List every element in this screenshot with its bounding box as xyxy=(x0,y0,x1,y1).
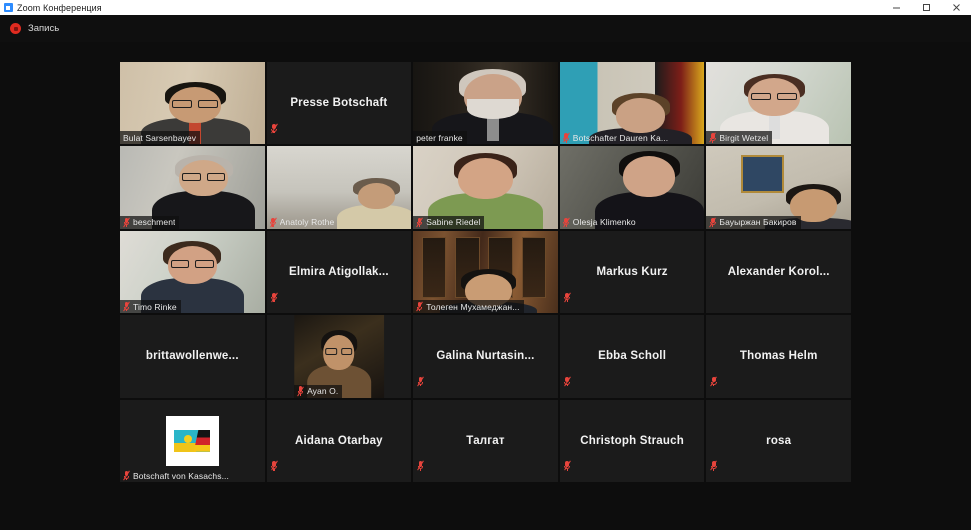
participant-name-badge: beschment xyxy=(120,215,180,229)
participant-name: Sabine Riedel xyxy=(426,217,481,228)
participant-tile[interactable]: Aidana Otarbay xyxy=(266,399,412,482)
participant-tile[interactable]: Presse Botschaft xyxy=(266,62,412,145)
participant-tile[interactable]: rosa xyxy=(706,399,851,482)
participant-tile[interactable]: peter franke xyxy=(413,62,558,145)
participant-name: Christoph Strauch xyxy=(580,434,684,447)
participant-tile[interactable]: Timo Rinke xyxy=(120,230,265,314)
participant-tile[interactable]: Birgit Wetzel xyxy=(706,62,851,145)
participant-name: Alexander Korol... xyxy=(727,265,830,278)
participant-tile[interactable]: Olesja Klimenko xyxy=(559,146,705,229)
mic-muted-icon xyxy=(709,217,717,228)
participant-name: Galina Nurtasin... xyxy=(436,350,535,363)
participant-tile[interactable]: Botschafter Dauren Ka... xyxy=(559,62,705,145)
participant-name-badge: Толеген Мухамеджан... xyxy=(413,300,524,314)
participant-tile[interactable]: Galina Nurtasin... xyxy=(413,315,558,398)
mic-status-slot xyxy=(270,123,278,141)
participant-tile[interactable]: Талгат xyxy=(413,399,558,482)
participant-name: Бауыржан Бакиров xyxy=(719,217,797,228)
participant-tile[interactable]: Bulat Sarsenbayev xyxy=(120,62,265,145)
participant-name: Талгат xyxy=(466,434,505,447)
participant-tile[interactable]: Thomas Helm xyxy=(706,315,851,398)
participant-name-badge: Anatoly Rothe xyxy=(267,216,339,229)
recording-stop-icon[interactable] xyxy=(10,23,21,34)
participant-name: Presse Botschaft xyxy=(290,97,388,109)
participant-name: Timo Rinke xyxy=(133,301,177,312)
mic-muted-icon xyxy=(269,217,277,228)
mic-status-slot xyxy=(564,460,571,479)
participant-name: Markus Kurz xyxy=(596,265,668,278)
participant-name: beschment xyxy=(133,217,176,228)
mic-muted-icon xyxy=(709,132,717,143)
window-controls xyxy=(881,0,971,15)
participant-name: Толеген Мухамеджан... xyxy=(426,301,520,312)
participant-name-badge: peter franke xyxy=(413,131,467,145)
mic-muted-icon xyxy=(297,386,305,396)
mic-muted-icon xyxy=(123,301,131,312)
participant-name: Ebba Scholl xyxy=(598,350,667,363)
participant-name: Olesja Klimenko xyxy=(572,217,636,228)
participant-name-badge: Botschafter Dauren Ka... xyxy=(560,131,672,144)
participant-name-badge: Birgit Wetzel xyxy=(706,131,773,145)
mic-status-slot xyxy=(417,460,425,479)
mic-muted-icon xyxy=(123,470,131,481)
participant-name: peter franke xyxy=(416,132,463,143)
participant-name-badge: Timo Rinke xyxy=(120,300,181,314)
participant-tile[interactable]: Botschaft von Kasachs... xyxy=(120,399,265,482)
participant-name: Aidana Otarbay xyxy=(294,434,383,447)
mic-muted-icon xyxy=(563,217,570,228)
participant-tile[interactable]: brittawollenwe... xyxy=(120,315,265,398)
participant-tile[interactable]: Ayan O. xyxy=(266,315,412,398)
mic-status-slot xyxy=(710,460,718,479)
mic-muted-icon xyxy=(416,301,424,312)
participant-tile[interactable]: beschment xyxy=(120,146,265,229)
participant-name-badge: Botschaft von Kasachs... xyxy=(120,469,233,482)
recording-bar: Запись xyxy=(0,15,971,42)
participant-tile[interactable]: Бауыржан Бакиров xyxy=(706,146,851,229)
participant-name: Thomas Helm xyxy=(739,350,818,363)
window-title: Zoom Конференция xyxy=(17,2,102,13)
participant-name: Botschaft von Kasachs... xyxy=(133,470,229,481)
close-icon[interactable] xyxy=(941,0,971,15)
mic-status-slot xyxy=(270,460,278,479)
participant-tile[interactable]: Elmira Atigollak... xyxy=(266,230,412,314)
participant-gallery-grid: Bulat Sarsenbayev Presse Botschaft peter f… xyxy=(120,62,851,482)
participant-tile[interactable]: Markus Kurz xyxy=(559,230,705,314)
meeting-stage: Bulat Sarsenbayev Presse Botschaft peter f… xyxy=(0,42,971,530)
participant-name-badge: Olesja Klimenko xyxy=(560,216,640,229)
mic-muted-icon xyxy=(563,132,570,143)
participant-tile[interactable]: Ebba Scholl xyxy=(559,315,705,398)
participant-tile[interactable]: Толеген Мухамеджан... xyxy=(413,230,558,314)
maximize-icon[interactable] xyxy=(911,0,941,15)
participant-tile[interactable]: Alexander Korol... xyxy=(706,230,851,314)
mic-status-slot xyxy=(417,376,425,395)
zoom-camera-icon xyxy=(4,3,13,12)
participant-name: rosa xyxy=(766,434,792,447)
mic-status-slot xyxy=(710,376,718,395)
participant-name: Anatoly Rothe xyxy=(279,217,335,228)
mic-muted-icon xyxy=(416,217,424,228)
mic-status-slot xyxy=(564,292,571,310)
participant-tile[interactable]: Christoph Strauch xyxy=(559,399,705,482)
window-titlebar: Zoom Конференция xyxy=(0,0,971,15)
recording-label: Запись xyxy=(28,23,60,34)
mic-muted-icon xyxy=(123,217,131,228)
participant-name-badge: Бауыржан Бакиров xyxy=(706,215,801,229)
participant-name: Bulat Sarsenbayev xyxy=(123,132,197,143)
minimize-icon[interactable] xyxy=(881,0,911,15)
participant-name-badge: Sabine Riedel xyxy=(413,215,485,229)
mic-status-slot xyxy=(270,292,278,310)
participant-name-badge: Bulat Sarsenbayev xyxy=(120,131,201,145)
participant-tile[interactable]: Sabine Riedel xyxy=(413,146,558,229)
kazakh-german-flag-avatar xyxy=(165,415,219,466)
participant-name-badge: Ayan O. xyxy=(294,384,343,398)
mic-status-slot xyxy=(564,376,571,395)
participant-name: Elmira Atigollak... xyxy=(288,265,389,278)
participant-name: brittawollenwe... xyxy=(145,350,239,363)
participant-name: Botschafter Dauren Ka... xyxy=(572,132,669,143)
participant-name: Ayan O. xyxy=(307,386,339,397)
participant-name: Birgit Wetzel xyxy=(719,132,769,143)
participant-tile[interactable]: Anatoly Rothe xyxy=(266,146,412,229)
